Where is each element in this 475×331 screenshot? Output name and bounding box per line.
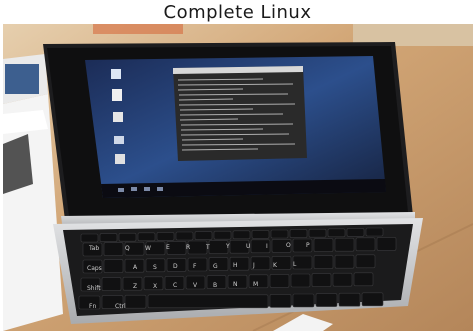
svg-text:C: C	[173, 282, 177, 289]
key	[313, 255, 334, 269]
svg-text:U: U	[246, 243, 250, 250]
key	[289, 229, 308, 238]
key	[101, 277, 122, 291]
svg-text:P: P	[306, 242, 310, 249]
key	[346, 228, 365, 237]
key	[137, 232, 156, 242]
terminal-window	[173, 66, 307, 161]
key	[232, 230, 251, 240]
key	[361, 292, 384, 307]
key	[187, 240, 208, 255]
key	[334, 237, 355, 252]
key	[208, 257, 229, 271]
key	[248, 274, 269, 289]
svg-text:Tab: Tab	[88, 245, 99, 252]
key	[124, 294, 147, 309]
key	[353, 272, 374, 287]
svg-text:Fn: Fn	[89, 303, 96, 310]
key	[313, 238, 334, 252]
key	[194, 231, 213, 240]
svg-text:Ctrl: Ctrl	[115, 303, 126, 310]
key	[166, 241, 187, 255]
svg-text:B: B	[213, 282, 217, 289]
key	[355, 237, 376, 252]
svg-text:X: X	[153, 283, 157, 290]
svg-text:T: T	[205, 244, 210, 251]
key	[103, 242, 124, 256]
key	[269, 274, 290, 288]
key	[251, 230, 270, 239]
key	[187, 257, 208, 272]
page: Complete Linux Tab Caps Shift Fn Ctrl Q …	[0, 0, 475, 331]
key	[269, 294, 292, 308]
svg-text:J: J	[252, 262, 255, 269]
key	[270, 229, 289, 239]
svg-text:H: H	[233, 262, 238, 269]
svg-text:W: W	[145, 245, 151, 252]
svg-text:M: M	[253, 281, 258, 288]
svg-text:F: F	[193, 263, 197, 270]
key	[332, 272, 353, 287]
svg-text:O: O	[286, 242, 291, 249]
caption: Complete Linux	[163, 2, 312, 23]
laptop-photo: DE	[3, 24, 473, 331]
key	[365, 227, 384, 237]
key	[175, 231, 194, 241]
key	[118, 232, 137, 242]
key	[147, 294, 269, 309]
key	[308, 228, 327, 238]
svg-text:I: I	[266, 243, 268, 250]
svg-text:S: S	[153, 264, 157, 271]
svg-text:E: E	[166, 244, 170, 251]
key	[156, 232, 175, 241]
key	[338, 292, 361, 307]
key	[355, 254, 376, 269]
key	[376, 237, 397, 251]
key	[227, 274, 248, 289]
key	[103, 259, 124, 273]
key	[80, 233, 99, 243]
key	[327, 228, 346, 238]
svg-text:Z: Z	[133, 283, 137, 290]
netbook-screen-lid: DE	[43, 42, 413, 220]
key	[99, 233, 118, 242]
key	[292, 293, 315, 308]
svg-text:N: N	[233, 281, 238, 288]
svg-text:R: R	[186, 244, 190, 251]
svg-text:D: D	[173, 263, 178, 270]
svg-text:Caps: Caps	[87, 265, 102, 272]
key	[311, 273, 332, 287]
svg-text:Shift: Shift	[87, 285, 101, 292]
key	[334, 254, 355, 269]
svg-text:Y: Y	[225, 243, 230, 250]
key	[315, 293, 338, 307]
svg-text:G: G	[213, 263, 218, 270]
svg-text:Q: Q	[125, 245, 130, 252]
key	[213, 230, 232, 240]
key	[290, 273, 311, 288]
